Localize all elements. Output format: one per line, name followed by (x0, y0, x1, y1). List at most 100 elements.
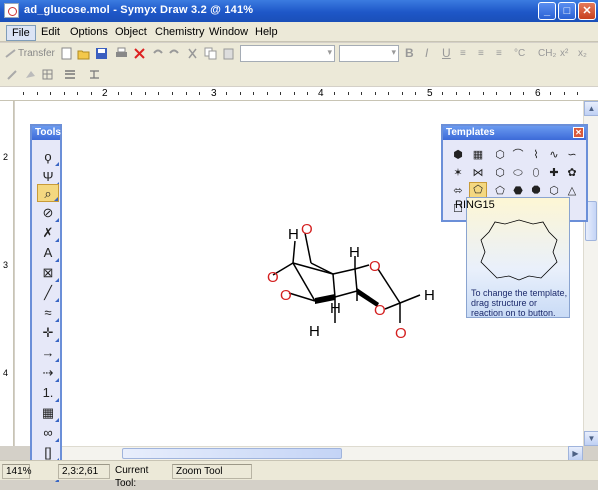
horizontal-scrollbar[interactable]: ▶ (62, 446, 583, 461)
menu-help[interactable]: Help (250, 25, 283, 39)
new-file-icon[interactable] (60, 47, 73, 60)
atom-oxygen[interactable]: O (374, 302, 386, 319)
atom-oxygen[interactable]: O (395, 325, 407, 342)
font-name-combo[interactable] (240, 45, 335, 62)
fill-icon[interactable] (24, 68, 37, 81)
menu-chemistry[interactable]: Chemistry (150, 25, 210, 39)
paste-icon[interactable] (222, 47, 235, 60)
grid-icon[interactable] (42, 68, 55, 81)
redo-icon[interactable] (168, 47, 181, 60)
menu-object[interactable]: Object (110, 25, 152, 39)
subscript-icon[interactable]: x₂ (578, 46, 587, 61)
superscript-icon[interactable]: x² (560, 46, 568, 61)
atom-hydrogen[interactable]: H (309, 323, 320, 340)
template-tooltip: RING15 To change the template, drag stru… (455, 197, 570, 318)
toolbar-main: Transfer B I U ≡ ≡ ≡ °C CH₂ x² x₂ (0, 43, 598, 64)
horizontal-scroll-thumb[interactable] (122, 448, 342, 459)
pen-icon[interactable] (6, 68, 19, 81)
zoom-tool-icon[interactable]: ⌕ (37, 184, 59, 202)
template-long-chain-icon[interactable]: ∽ (565, 148, 579, 162)
atom-tool-icon[interactable]: ✗ (37, 224, 59, 242)
justify-icon[interactable]: ≡ (496, 46, 502, 61)
formula-icon[interactable]: CH₂ (538, 46, 556, 61)
tooltip-text: To change the template, drag structure o… (471, 288, 568, 318)
charge-icon[interactable]: °C (514, 46, 525, 61)
scroll-down-button[interactable]: ▼ (584, 431, 598, 446)
copy-icon[interactable] (204, 47, 217, 60)
query-tool-icon[interactable]: ▦ (37, 404, 59, 422)
charge-tool-icon[interactable]: A (37, 244, 59, 262)
scroll-up-button[interactable]: ▲ (584, 101, 598, 116)
template-zigzag-icon[interactable]: ⌇ (529, 148, 543, 162)
chain-tool-icon[interactable]: ≈ (37, 304, 59, 322)
maximize-button[interactable]: □ (558, 2, 576, 20)
template-hexagon-small-icon[interactable]: ⬡ (547, 184, 561, 198)
menu-options[interactable]: Options (65, 25, 113, 39)
app-icon[interactable] (4, 3, 19, 18)
bold-icon[interactable]: B (405, 46, 414, 61)
template-pentagon-icon[interactable]: ⬠ (493, 184, 507, 198)
template-flower-icon[interactable]: ✿ (565, 166, 579, 180)
minimize-button[interactable]: _ (538, 2, 556, 20)
template-chain-icon[interactable]: ⌒ (511, 148, 525, 162)
template-butterfly-icon[interactable]: ⋈ (471, 166, 485, 180)
template-triangle-icon[interactable]: △ (565, 184, 579, 198)
numbering-tool-icon[interactable]: 1. (37, 384, 59, 402)
ruler-number: 3 (3, 260, 9, 270)
template-star-icon[interactable]: ✶ (451, 166, 465, 180)
atom-oxygen[interactable]: O (301, 221, 313, 238)
undo-icon[interactable] (151, 47, 164, 60)
templates-close-button[interactable]: ✕ (573, 127, 584, 138)
ruler-number: 2 (102, 88, 108, 99)
print-icon[interactable] (115, 47, 128, 60)
save-icon[interactable] (95, 47, 108, 60)
menu-file[interactable]: File (6, 25, 36, 41)
template-grid-icon[interactable]: ▦ (471, 148, 485, 162)
arrow-tool-icon[interactable]: → (37, 344, 59, 362)
atom-hydrogen[interactable]: H (424, 287, 435, 304)
horizontal-ruler: 2 3 4 5 6 (0, 87, 598, 101)
transfer-button[interactable]: Transfer (18, 46, 55, 61)
template-cross-ring-icon[interactable]: ✚ (547, 166, 561, 180)
menu-edit[interactable]: Edit (36, 25, 65, 39)
atom-oxygen[interactable]: O (280, 287, 292, 304)
atom-hydrogen[interactable]: H (288, 226, 299, 243)
template-group-icon[interactable]: ⬢ (451, 148, 465, 162)
stereo-tool-icon[interactable]: ⊠ (37, 264, 59, 282)
menu-window[interactable]: Window (204, 25, 253, 39)
underline-icon[interactable]: U (442, 46, 451, 61)
text-color-icon[interactable]: ≡ (460, 46, 466, 61)
cross-tool-icon[interactable]: ✛ (37, 324, 59, 342)
templates-title-text: Templates (446, 127, 495, 138)
template-ring-icon[interactable]: ⬭ (511, 166, 525, 180)
eraser-tool-icon[interactable]: ⊘ (37, 204, 59, 222)
italic-icon[interactable]: I (425, 46, 428, 61)
template-cyclohexane-icon[interactable]: ⬡ (493, 166, 507, 180)
bond-tool-icon[interactable]: ╱ (37, 284, 59, 302)
close-button[interactable]: ✕ (578, 2, 596, 20)
atom-hydrogen[interactable]: H (330, 300, 341, 317)
template-oval-icon[interactable]: ⬯ (529, 166, 543, 180)
atom-oxygen[interactable]: O (369, 258, 381, 275)
template-hexagon-icon[interactable]: ⬡ (493, 148, 507, 162)
lasso-tool-icon[interactable]: ϙ (37, 148, 59, 166)
template-heptagon-icon[interactable]: ⬣ (511, 184, 525, 198)
arrange-icon[interactable] (88, 68, 101, 81)
ruler-number: 3 (211, 88, 217, 99)
template-octagon-icon[interactable]: ⯃ (529, 184, 543, 198)
delete-icon[interactable] (133, 47, 146, 60)
cut-icon[interactable] (186, 47, 199, 60)
open-folder-icon[interactable] (77, 47, 90, 60)
font-size-combo[interactable] (339, 45, 399, 62)
align-icon[interactable]: ≡ (478, 46, 484, 61)
line-style-icon[interactable] (64, 68, 77, 81)
template-wave-icon[interactable]: ∿ (547, 148, 561, 162)
aromatic-tool-icon[interactable]: ∞ (37, 424, 59, 442)
ruler-number: 5 (427, 88, 433, 99)
atom-hydrogen[interactable]: H (349, 244, 360, 261)
scroll-right-button[interactable]: ▶ (568, 446, 583, 461)
template-arrow-icon[interactable]: ⬄ (451, 184, 465, 198)
line-tool-icon[interactable]: ⇢ (37, 364, 59, 382)
atom-oxygen[interactable]: O (267, 269, 279, 286)
tools-panel: Tools ϙ Ψ ⌕ ⊘ ✗ A ⊠ ╱ ≈ ✛ → ⇢ 1. ▦ ∞ [] … (30, 124, 62, 482)
